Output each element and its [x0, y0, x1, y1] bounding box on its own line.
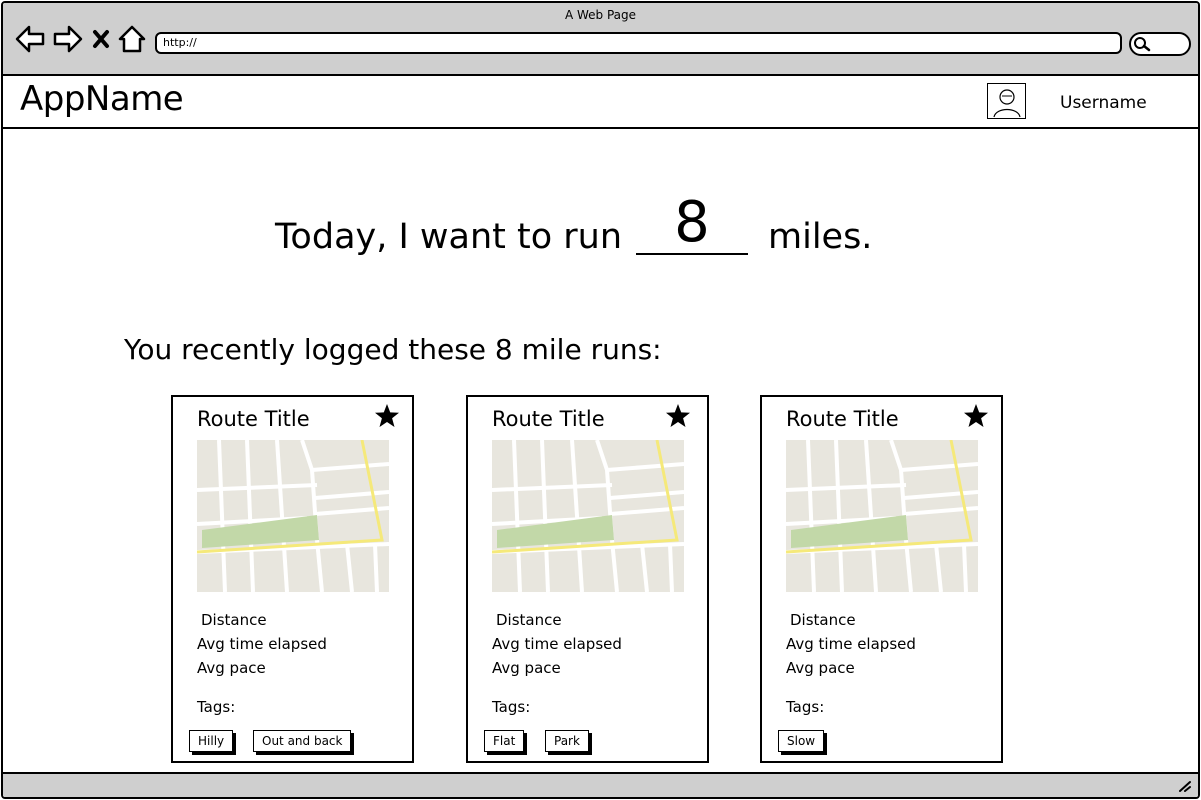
home-icon[interactable] [117, 23, 147, 55]
avg-pace-label: Avg pace [492, 659, 561, 677]
route-title: Route Title [786, 407, 899, 431]
route-card[interactable]: Route Title Distance Avg time elapsed Av… [171, 395, 414, 763]
browser-search-field[interactable] [1129, 32, 1191, 56]
browser-chrome: A Web Page http:// [3, 3, 1198, 76]
tag-button[interactable]: Out and back [253, 730, 352, 752]
user-icon [993, 89, 1021, 118]
tag-button[interactable]: Hilly [189, 730, 234, 752]
distance-label: Distance [201, 611, 267, 629]
tags-label: Tags: [197, 698, 236, 716]
user-avatar[interactable] [987, 83, 1026, 119]
distance-label: Distance [496, 611, 562, 629]
app-name[interactable]: AppName [20, 79, 184, 119]
browser-window: A Web Page http:// AppName Username Toda… [1, 1, 1200, 799]
star-icon[interactable] [665, 403, 691, 429]
resize-icon[interactable] [1178, 780, 1192, 792]
avg-pace-label: Avg pace [786, 659, 855, 677]
back-icon[interactable] [15, 23, 45, 55]
route-title: Route Title [197, 407, 310, 431]
username-label[interactable]: Username [1060, 93, 1147, 113]
route-title: Route Title [492, 407, 605, 431]
avg-time-label: Avg time elapsed [197, 635, 327, 653]
tags-label: Tags: [786, 698, 825, 716]
status-bar [3, 772, 1198, 797]
goal-prefix: Today, I want to run [275, 217, 623, 257]
star-icon[interactable] [963, 403, 989, 429]
recent-runs-heading: You recently logged these 8 mile runs: [124, 333, 662, 366]
miles-input[interactable]: 8 [636, 193, 748, 255]
route-map [197, 440, 389, 592]
goal-suffix: miles. [768, 217, 873, 257]
avg-time-label: Avg time elapsed [786, 635, 916, 653]
route-card[interactable]: Route Title Distance Avg time elapsed Av… [760, 395, 1003, 763]
close-icon[interactable] [91, 23, 111, 55]
avg-pace-label: Avg pace [197, 659, 266, 677]
route-card[interactable]: Route Title Distance Avg time elapsed Av… [466, 395, 709, 763]
app-header: AppName Username [3, 76, 1198, 129]
search-icon [1134, 37, 1151, 52]
tag-button[interactable]: Flat [484, 730, 525, 752]
star-icon[interactable] [374, 403, 400, 429]
tag-button[interactable]: Park [545, 730, 589, 752]
route-map [786, 440, 978, 592]
tags-label: Tags: [492, 698, 531, 716]
forward-icon[interactable] [53, 23, 83, 55]
tag-button[interactable]: Slow [778, 730, 825, 752]
window-title: A Web Page [564, 8, 637, 22]
url-input[interactable]: http:// [155, 32, 1122, 54]
avg-time-label: Avg time elapsed [492, 635, 622, 653]
route-map [492, 440, 684, 592]
distance-label: Distance [790, 611, 856, 629]
